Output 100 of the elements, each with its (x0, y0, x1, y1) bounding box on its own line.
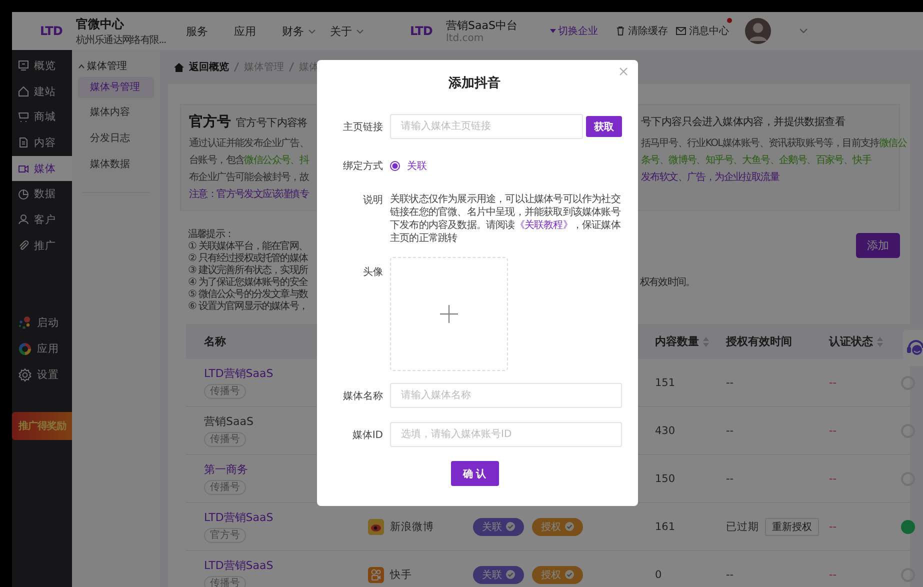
dots-icon (18, 316, 32, 330)
info-text: 布企业广告可能会被封号，故 (189, 170, 310, 184)
auth-time: -- (726, 472, 734, 484)
messages-button[interactable]: 消息中心 (676, 24, 729, 38)
submenu-title[interactable]: 媒体管理 (78, 58, 154, 74)
field-label: 头像 (362, 266, 383, 279)
cart-icon (18, 112, 29, 123)
sort-icon[interactable] (703, 336, 709, 346)
caret-icon (550, 29, 556, 33)
text-input[interactable]: 选填，请输入媒体账号ID (390, 422, 622, 447)
tip-text: ② 只有经过授权或托管的媒体 (188, 253, 309, 264)
section-title: 官方号 (189, 113, 231, 131)
verify-status: -- (829, 472, 837, 484)
clear-cache-button[interactable]: 清除缓存 (616, 24, 668, 38)
content-count: 0 (655, 568, 662, 580)
sidebar-item[interactable]: 商城 (12, 104, 72, 130)
breadcrumb-separator (234, 62, 239, 72)
tip-text: 权有效时间。 (640, 277, 696, 289)
tip-text: ⑥ 设置为官网显示的媒体号， (188, 301, 309, 313)
info-text: 台账号，包含微信公众号、抖 (189, 154, 310, 167)
status-badge: 授权 (532, 518, 583, 536)
submenu-item[interactable]: 媒体内容 (78, 100, 154, 126)
type-tag: 官方号 (204, 528, 246, 543)
media-name[interactable]: LTD营销SaaS (204, 366, 274, 381)
info-text: 发布软文、广告，为企业拉取流量 (641, 170, 780, 184)
content-count: 161 (655, 520, 676, 532)
info-text: 注意：官方号发文应该谨慎专 (189, 188, 310, 201)
tip-text: ④ 为了保证您媒体账号的安全 (188, 277, 309, 288)
sidebar-item[interactable]: 建站 (12, 78, 72, 104)
field-label: 主页链接 (342, 120, 383, 134)
plus-icon (440, 305, 458, 323)
user-icon (18, 214, 29, 226)
confirm-button[interactable]: 确 认 (450, 461, 498, 486)
chevron-down-icon[interactable] (799, 28, 808, 34)
settings-icon (18, 368, 32, 382)
nav-link[interactable]: 财务 (282, 24, 330, 38)
sidebar-item[interactable]: 概览 (12, 53, 72, 79)
sort-icon[interactable] (877, 336, 883, 346)
document-icon (18, 137, 29, 148)
type-tag: 传播号 (204, 480, 246, 495)
column-header: 名称 (204, 334, 226, 349)
image-upload[interactable] (390, 257, 508, 371)
company-name: 杭州乐通达网络有限... (76, 34, 167, 46)
fetch-button[interactable]: 获取 (586, 116, 622, 137)
monitor-icon (18, 60, 29, 72)
field-label: 说明 (362, 194, 383, 207)
sidebar-item[interactable]: 应用 (12, 336, 72, 362)
submenu-item[interactable]: 分发日志 (78, 126, 154, 152)
radio-option[interactable]: 关联 (390, 159, 427, 173)
toggle-switch[interactable] (901, 520, 915, 534)
paperclip-icon (18, 240, 29, 252)
platform-icon (368, 518, 384, 534)
column-header: 内容数量 (655, 334, 699, 349)
switch-company-link[interactable]: 切换企业 (550, 24, 616, 38)
tutorial-link[interactable]: 《关联教程》 (514, 220, 572, 231)
nav-link[interactable]: 关于 (330, 24, 378, 38)
status-badge: 授权 (532, 566, 583, 584)
dialog-title: 添加抖音 (448, 74, 502, 93)
info-text: 括马甲号、行业KOL媒体账号、资讯获取账号等，目前支持微信公 (641, 136, 906, 150)
close-icon[interactable] (619, 67, 628, 76)
sidebar-item[interactable]: 媒体 (12, 156, 72, 182)
trash-icon (616, 26, 625, 36)
sidebar-item[interactable]: 客户 (12, 207, 72, 233)
reauthorize-button[interactable]: 重新授权 (765, 518, 819, 536)
sidebar-item[interactable]: 启动 (12, 310, 72, 336)
column-header: 授权有效时间 (726, 334, 792, 349)
auth-time: -- (726, 376, 734, 388)
media-name[interactable]: LTD营销SaaS (204, 510, 274, 525)
status-badge: 关联 (473, 566, 524, 584)
media-name[interactable]: 营销SaaS (204, 414, 254, 429)
avatar[interactable] (745, 18, 771, 44)
submenu-item[interactable]: 媒体号管理 (78, 77, 154, 98)
media-name[interactable]: LTD营销SaaS (204, 558, 274, 573)
nav-link[interactable]: 服务 (186, 24, 234, 38)
type-tag: 传播号 (204, 384, 246, 399)
url-input[interactable]: 请输入媒体主页链接 (390, 114, 583, 139)
sidebar-item[interactable]: 内容 (12, 130, 72, 156)
nav-link[interactable]: 应用 (234, 24, 282, 38)
auth-time: -- (726, 424, 734, 436)
platform-name: 新浪微博 (390, 520, 434, 534)
add-button[interactable]: 添加 (856, 233, 900, 258)
tip-text: ⑤ 微信公众号的分发文章与数 (188, 289, 309, 300)
breadcrumb-link[interactable]: 返回概览 (189, 60, 229, 74)
home-icon (18, 86, 29, 98)
platform-name: 快手 (390, 568, 412, 582)
text-input[interactable]: 请输入媒体名称 (390, 383, 622, 408)
pie-chart-icon (18, 188, 29, 200)
home-icon (174, 62, 184, 72)
status-badge: 关联 (473, 518, 524, 536)
sidebar-item[interactable]: 数据 (12, 181, 72, 208)
media-name[interactable]: 第一商务 (204, 462, 248, 477)
promo-banner[interactable]: 推广得奖励 (12, 412, 72, 440)
chevron-up-icon (78, 64, 85, 68)
info-text: 通过认证并能发布企业广告、 (189, 136, 310, 150)
verify-status: -- (829, 376, 837, 388)
sidebar-item[interactable]: 推广 (12, 232, 72, 258)
breadcrumb-separator (289, 62, 294, 72)
submenu-item[interactable]: 媒体数据 (78, 152, 154, 178)
sidebar-item[interactable]: 设置 (12, 362, 72, 388)
content-count: 150 (655, 472, 676, 484)
